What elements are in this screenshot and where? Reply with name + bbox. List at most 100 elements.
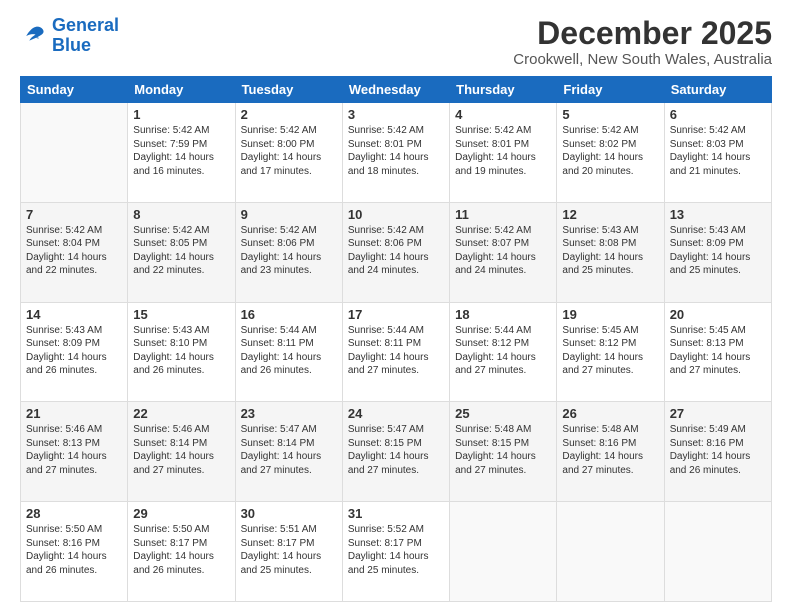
cell-content: Sunrise: 5:46 AMSunset: 8:14 PMDaylight:… (133, 424, 214, 476)
calendar-week-row: 28 Sunrise: 5:50 AMSunset: 8:16 PMDaylig… (21, 502, 772, 602)
col-friday: Friday (557, 77, 664, 103)
table-row: 20 Sunrise: 5:45 AMSunset: 8:13 PMDaylig… (664, 302, 771, 402)
day-number: 2 (241, 107, 337, 122)
table-row: 2 Sunrise: 5:42 AMSunset: 8:00 PMDayligh… (235, 103, 342, 203)
table-row: 14 Sunrise: 5:43 AMSunset: 8:09 PMDaylig… (21, 302, 128, 402)
table-row (557, 502, 664, 602)
cell-content: Sunrise: 5:42 AMSunset: 8:04 PMDaylight:… (26, 225, 107, 277)
day-number: 15 (133, 307, 229, 322)
cell-content: Sunrise: 5:42 AMSunset: 8:06 PMDaylight:… (241, 225, 322, 277)
logo-icon (20, 22, 48, 50)
table-row: 21 Sunrise: 5:46 AMSunset: 8:13 PMDaylig… (21, 402, 128, 502)
calendar-table: Sunday Monday Tuesday Wednesday Thursday… (20, 76, 772, 602)
table-row: 5 Sunrise: 5:42 AMSunset: 8:02 PMDayligh… (557, 103, 664, 203)
cell-content: Sunrise: 5:50 AMSunset: 8:16 PMDaylight:… (26, 524, 107, 576)
cell-content: Sunrise: 5:42 AMSunset: 7:59 PMDaylight:… (133, 125, 214, 177)
day-number: 13 (670, 207, 766, 222)
table-row (664, 502, 771, 602)
table-row: 7 Sunrise: 5:42 AMSunset: 8:04 PMDayligh… (21, 202, 128, 302)
cell-content: Sunrise: 5:42 AMSunset: 8:07 PMDaylight:… (455, 225, 536, 277)
day-number: 10 (348, 207, 444, 222)
table-row: 15 Sunrise: 5:43 AMSunset: 8:10 PMDaylig… (128, 302, 235, 402)
table-row: 6 Sunrise: 5:42 AMSunset: 8:03 PMDayligh… (664, 103, 771, 203)
table-row: 30 Sunrise: 5:51 AMSunset: 8:17 PMDaylig… (235, 502, 342, 602)
day-number: 12 (562, 207, 658, 222)
day-number: 11 (455, 207, 551, 222)
day-number: 25 (455, 406, 551, 421)
cell-content: Sunrise: 5:42 AMSunset: 8:02 PMDaylight:… (562, 125, 643, 177)
col-sunday: Sunday (21, 77, 128, 103)
day-number: 31 (348, 506, 444, 521)
day-number: 9 (241, 207, 337, 222)
cell-content: Sunrise: 5:43 AMSunset: 8:10 PMDaylight:… (133, 325, 214, 377)
day-number: 29 (133, 506, 229, 521)
table-row: 10 Sunrise: 5:42 AMSunset: 8:06 PMDaylig… (342, 202, 449, 302)
day-number: 26 (562, 406, 658, 421)
logo-line2: Blue (52, 35, 91, 55)
cell-content: Sunrise: 5:47 AMSunset: 8:14 PMDaylight:… (241, 424, 322, 476)
day-number: 27 (670, 406, 766, 421)
logo-line1: General (52, 15, 119, 35)
cell-content: Sunrise: 5:42 AMSunset: 8:03 PMDaylight:… (670, 125, 751, 177)
cell-content: Sunrise: 5:44 AMSunset: 8:11 PMDaylight:… (241, 325, 322, 377)
table-row: 8 Sunrise: 5:42 AMSunset: 8:05 PMDayligh… (128, 202, 235, 302)
location: Crookwell, New South Wales, Australia (513, 51, 772, 68)
table-row: 31 Sunrise: 5:52 AMSunset: 8:17 PMDaylig… (342, 502, 449, 602)
col-thursday: Thursday (450, 77, 557, 103)
day-number: 22 (133, 406, 229, 421)
logo: General Blue (20, 16, 119, 56)
day-number: 28 (26, 506, 122, 521)
cell-content: Sunrise: 5:43 AMSunset: 8:08 PMDaylight:… (562, 225, 643, 277)
day-number: 4 (455, 107, 551, 122)
table-row: 22 Sunrise: 5:46 AMSunset: 8:14 PMDaylig… (128, 402, 235, 502)
table-row: 26 Sunrise: 5:48 AMSunset: 8:16 PMDaylig… (557, 402, 664, 502)
day-number: 21 (26, 406, 122, 421)
cell-content: Sunrise: 5:47 AMSunset: 8:15 PMDaylight:… (348, 424, 429, 476)
day-number: 24 (348, 406, 444, 421)
table-row (450, 502, 557, 602)
cell-content: Sunrise: 5:45 AMSunset: 8:13 PMDaylight:… (670, 325, 751, 377)
month-title: December 2025 (513, 16, 772, 51)
day-number: 8 (133, 207, 229, 222)
title-block: December 2025 Crookwell, New South Wales… (513, 16, 772, 68)
table-row: 23 Sunrise: 5:47 AMSunset: 8:14 PMDaylig… (235, 402, 342, 502)
calendar-week-row: 21 Sunrise: 5:46 AMSunset: 8:13 PMDaylig… (21, 402, 772, 502)
col-wednesday: Wednesday (342, 77, 449, 103)
col-monday: Monday (128, 77, 235, 103)
table-row (21, 103, 128, 203)
table-row: 19 Sunrise: 5:45 AMSunset: 8:12 PMDaylig… (557, 302, 664, 402)
table-row: 28 Sunrise: 5:50 AMSunset: 8:16 PMDaylig… (21, 502, 128, 602)
cell-content: Sunrise: 5:48 AMSunset: 8:15 PMDaylight:… (455, 424, 536, 476)
table-row: 25 Sunrise: 5:48 AMSunset: 8:15 PMDaylig… (450, 402, 557, 502)
table-row: 1 Sunrise: 5:42 AMSunset: 7:59 PMDayligh… (128, 103, 235, 203)
day-number: 16 (241, 307, 337, 322)
table-row: 29 Sunrise: 5:50 AMSunset: 8:17 PMDaylig… (128, 502, 235, 602)
calendar-week-row: 14 Sunrise: 5:43 AMSunset: 8:09 PMDaylig… (21, 302, 772, 402)
day-number: 14 (26, 307, 122, 322)
calendar-week-row: 7 Sunrise: 5:42 AMSunset: 8:04 PMDayligh… (21, 202, 772, 302)
cell-content: Sunrise: 5:49 AMSunset: 8:16 PMDaylight:… (670, 424, 751, 476)
cell-content: Sunrise: 5:42 AMSunset: 8:06 PMDaylight:… (348, 225, 429, 277)
day-number: 5 (562, 107, 658, 122)
table-row: 18 Sunrise: 5:44 AMSunset: 8:12 PMDaylig… (450, 302, 557, 402)
cell-content: Sunrise: 5:48 AMSunset: 8:16 PMDaylight:… (562, 424, 643, 476)
day-number: 20 (670, 307, 766, 322)
cell-content: Sunrise: 5:43 AMSunset: 8:09 PMDaylight:… (26, 325, 107, 377)
col-saturday: Saturday (664, 77, 771, 103)
cell-content: Sunrise: 5:42 AMSunset: 8:05 PMDaylight:… (133, 225, 214, 277)
cell-content: Sunrise: 5:43 AMSunset: 8:09 PMDaylight:… (670, 225, 751, 277)
cell-content: Sunrise: 5:42 AMSunset: 8:01 PMDaylight:… (455, 125, 536, 177)
table-row: 13 Sunrise: 5:43 AMSunset: 8:09 PMDaylig… (664, 202, 771, 302)
cell-content: Sunrise: 5:52 AMSunset: 8:17 PMDaylight:… (348, 524, 429, 576)
cell-content: Sunrise: 5:50 AMSunset: 8:17 PMDaylight:… (133, 524, 214, 576)
table-row: 27 Sunrise: 5:49 AMSunset: 8:16 PMDaylig… (664, 402, 771, 502)
day-number: 19 (562, 307, 658, 322)
cell-content: Sunrise: 5:51 AMSunset: 8:17 PMDaylight:… (241, 524, 322, 576)
day-number: 3 (348, 107, 444, 122)
day-number: 7 (26, 207, 122, 222)
col-tuesday: Tuesday (235, 77, 342, 103)
cell-content: Sunrise: 5:45 AMSunset: 8:12 PMDaylight:… (562, 325, 643, 377)
cell-content: Sunrise: 5:42 AMSunset: 8:01 PMDaylight:… (348, 125, 429, 177)
table-row: 16 Sunrise: 5:44 AMSunset: 8:11 PMDaylig… (235, 302, 342, 402)
cell-content: Sunrise: 5:42 AMSunset: 8:00 PMDaylight:… (241, 125, 322, 177)
